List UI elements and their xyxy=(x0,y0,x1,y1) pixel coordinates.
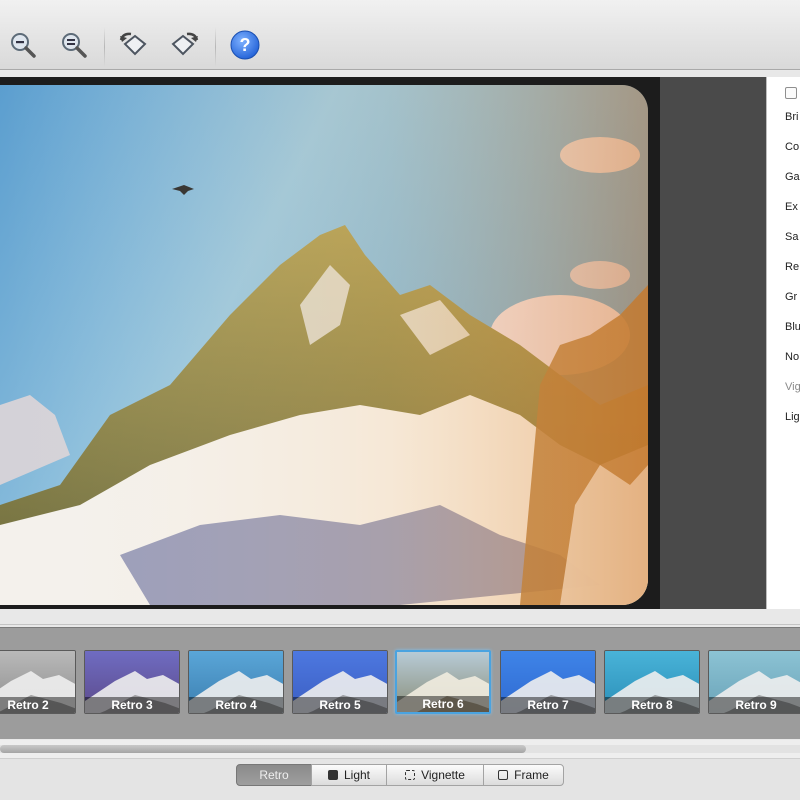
panel-divider[interactable] xyxy=(0,611,800,625)
rotate-right-button[interactable] xyxy=(168,30,202,64)
adjust-re-label: Re xyxy=(785,261,800,273)
photo-canvas xyxy=(0,77,660,609)
vignette-icon xyxy=(405,770,416,780)
tab-frame-label: Frame xyxy=(514,768,549,782)
adjust-grain-label: Gr xyxy=(785,291,798,303)
main-area: Bri Co Ga Ex Sa Re Gr Blu No Vig Lig xyxy=(0,71,800,627)
scroll-thumb[interactable] xyxy=(0,745,526,753)
thumb-label: Retro 3 xyxy=(85,697,179,713)
toolbar: ? xyxy=(0,0,800,70)
zoom-fit-button[interactable] xyxy=(57,30,91,64)
svg-text:?: ? xyxy=(240,35,251,55)
filter-thumb[interactable]: Retro 5 xyxy=(292,650,388,714)
frame-icon xyxy=(498,770,509,780)
thumb-label: Retro 7 xyxy=(501,697,595,713)
help-button[interactable]: ? xyxy=(228,30,262,64)
zoom-in-icon xyxy=(8,30,38,65)
thumb-label: Retro 8 xyxy=(605,697,699,713)
rotate-left-button[interactable] xyxy=(116,30,150,64)
help-icon: ? xyxy=(229,29,261,66)
thumb-label: Retro 2 xyxy=(0,697,75,713)
tab-vignette[interactable]: Vignette xyxy=(386,764,484,786)
rotate-right-icon xyxy=(169,30,201,65)
adjust-noise-label: No xyxy=(785,351,800,363)
adjust-exposure-label: Ex xyxy=(785,201,798,213)
tab-light[interactable]: Light xyxy=(311,764,387,786)
tab-retro-label: Retro xyxy=(259,768,289,782)
tab-retro[interactable]: Retro xyxy=(236,764,312,786)
rotate-left-icon xyxy=(117,30,149,65)
adjust-gamma-label: Ga xyxy=(785,171,800,183)
photo-preview[interactable] xyxy=(0,85,648,605)
filter-thumb[interactable]: Retro 2 xyxy=(0,650,76,714)
light-icon xyxy=(327,770,338,780)
filter-thumb[interactable]: Retro 4 xyxy=(188,650,284,714)
tab-light-label: Light xyxy=(343,768,371,782)
thumb-label: Retro 6 xyxy=(397,696,489,712)
adjustments-panel: Bri Co Ga Ex Sa Re Gr Blu No Vig Lig xyxy=(766,77,800,609)
tab-frame[interactable]: Frame xyxy=(483,764,564,786)
enable-adjustments-checkbox[interactable] xyxy=(785,87,797,99)
zoom-fit-icon xyxy=(59,30,89,65)
thumb-label: Retro 9 xyxy=(709,697,800,713)
filter-thumb[interactable]: Retro 8 xyxy=(604,650,700,714)
adjust-light-label: Lig xyxy=(785,411,800,423)
category-bar: Retro Light Vignette Frame xyxy=(0,758,800,800)
toolbar-separator xyxy=(215,27,216,67)
filmstrip-scrollbar xyxy=(0,740,800,758)
filter-filmstrip: Retro 2 Retro 3 Retro 4 Retro 5 Retro 6 … xyxy=(0,627,800,739)
thumb-label: Retro 5 xyxy=(293,697,387,713)
tab-vignette-label: Vignette xyxy=(421,768,465,782)
adjust-vignette-label: Vig xyxy=(785,381,800,393)
filter-thumb[interactable]: Retro 9 xyxy=(708,650,800,714)
canvas-margin xyxy=(660,77,766,609)
adjust-blur-label: Blu xyxy=(785,321,800,333)
thumb-label: Retro 4 xyxy=(189,697,283,713)
adjust-brightness-label: Bri xyxy=(785,111,799,123)
toolbar-separator xyxy=(104,27,105,67)
filter-thumb[interactable]: Retro 3 xyxy=(84,650,180,714)
zoom-in-button[interactable] xyxy=(6,30,40,64)
filter-thumb[interactable]: Retro 7 xyxy=(500,650,596,714)
adjust-contrast-label: Co xyxy=(785,141,800,153)
filter-thumb-selected[interactable]: Retro 6 xyxy=(395,650,491,714)
adjust-saturation-label: Sa xyxy=(785,231,799,243)
